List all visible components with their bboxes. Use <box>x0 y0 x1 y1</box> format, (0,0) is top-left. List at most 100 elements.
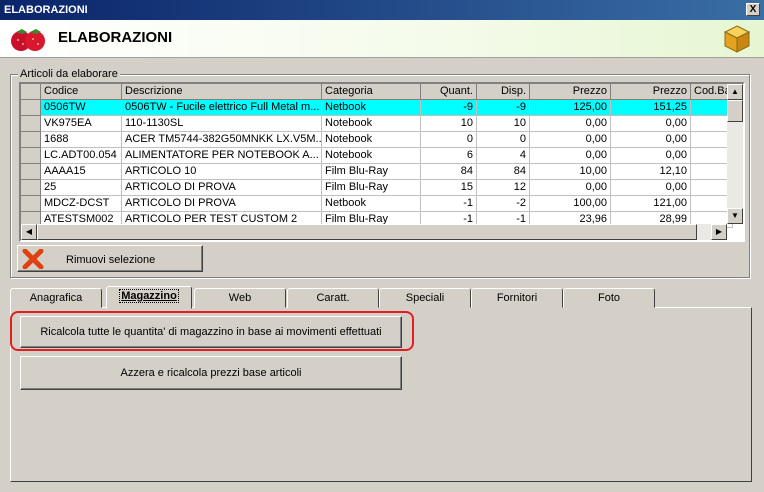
articles-legend: Articoli da elaborare <box>18 68 120 80</box>
window-titlebar: ELABORAZIONI X <box>0 0 764 20</box>
tab-label: Magazzino <box>119 289 179 303</box>
table-cell[interactable]: 10 <box>477 116 530 132</box>
table-cell[interactable]: 125,00 <box>530 100 611 116</box>
scroll-up-icon[interactable]: ▲ <box>727 84 743 100</box>
table-cell[interactable]: -9 <box>477 100 530 116</box>
table-cell[interactable]: ACER TM5744-382G50MNKK LX.V5M... <box>122 132 322 148</box>
table-cell[interactable]: ARTICOLO DI PROVA <box>122 196 322 212</box>
tab-foto[interactable]: Foto <box>563 288 655 308</box>
row-indicator-header <box>21 84 41 100</box>
remove-selection-label: Rimuovi selezione <box>66 254 156 266</box>
tab-anagrafica[interactable]: Anagrafica <box>10 288 102 308</box>
table-cell[interactable]: 0,00 <box>530 132 611 148</box>
column-header-prezzo[interactable]: Prezzo <box>530 84 611 100</box>
header-banner: ELABORAZIONI <box>0 20 764 58</box>
table-cell[interactable]: Notebook <box>322 132 421 148</box>
table-cell[interactable]: 0,00 <box>530 116 611 132</box>
row-indicator[interactable] <box>21 164 41 180</box>
table-cell[interactable]: 84 <box>477 164 530 180</box>
row-indicator[interactable] <box>21 116 41 132</box>
table-cell[interactable]: 0,00 <box>611 116 691 132</box>
table-cell[interactable]: 0506TW - Fucile elettrico Full Metal m..… <box>122 100 322 116</box>
table-cell[interactable]: 100,00 <box>530 196 611 212</box>
table-row[interactable]: 25 ARTICOLO DI PROVA Film Blu-Ray 15 12 0,00 0… <box>21 180 733 196</box>
column-header-categoria[interactable]: Categoria <box>322 84 421 100</box>
table-cell[interactable]: 10 <box>421 116 477 132</box>
scroll-left-icon[interactable]: ◀ <box>21 224 37 240</box>
scroll-down-icon[interactable]: ▼ <box>727 208 743 224</box>
tab-label: Speciali <box>405 292 445 304</box>
column-header-codice[interactable]: Codice <box>41 84 122 100</box>
table-cell[interactable]: 0 <box>421 132 477 148</box>
table-cell[interactable]: 25 <box>41 180 122 196</box>
table-row[interactable]: 1688 ACER TM5744-382G50MNKK LX.V5M... Note… <box>21 132 733 148</box>
window-title: ELABORAZIONI <box>4 4 88 16</box>
tab-web[interactable]: Web <box>194 288 286 308</box>
table-row[interactable]: AAAA15 ARTICOLO 10 Film Blu-Ray 84 84 10,00 12… <box>21 164 733 180</box>
row-indicator[interactable] <box>21 148 41 164</box>
table-cell[interactable]: VK975EA <box>41 116 122 132</box>
vertical-scroll-thumb[interactable] <box>727 100 743 122</box>
table-cell[interactable]: ARTICOLO 10 <box>122 164 322 180</box>
table-cell[interactable]: 84 <box>421 164 477 180</box>
table-row[interactable]: 0506TW 0506TW - Fucile elettrico Full Met… <box>21 100 733 116</box>
table-cell[interactable]: Netbook <box>322 196 421 212</box>
table-cell[interactable]: 151,25 <box>611 100 691 116</box>
remove-selection-button[interactable]: Rimuovi selezione <box>17 245 203 272</box>
tab-label: Foto <box>597 292 620 304</box>
table-cell[interactable]: Netbook <box>322 100 421 116</box>
table-row[interactable]: MDCZ-DCST ARTICOLO DI PROVA Netbook -1 -2 100… <box>21 196 733 212</box>
column-header-disp[interactable]: Disp. <box>477 84 530 100</box>
row-indicator[interactable] <box>21 100 41 116</box>
scroll-right-icon[interactable]: ▶ <box>711 224 727 240</box>
tab-magazzino[interactable]: Magazzino <box>106 286 192 309</box>
table-cell[interactable]: AAAA15 <box>41 164 122 180</box>
table-cell[interactable]: Notebook <box>322 116 421 132</box>
column-header-descrizione[interactable]: Descrizione <box>122 84 322 100</box>
tab-caratt[interactable]: Caratt. <box>287 288 379 308</box>
table-row[interactable]: LC.ADT00.054 ALIMENTATORE PER NOTEBOOK A.… <box>21 148 733 164</box>
table-cell[interactable]: -2 <box>477 196 530 212</box>
table-cell[interactable]: 0,00 <box>611 132 691 148</box>
table-cell[interactable]: -9 <box>421 100 477 116</box>
table-cell[interactable]: 121,00 <box>611 196 691 212</box>
column-header-prezzo-ivato[interactable]: Prezzo <box>611 84 691 100</box>
horizontal-scrollbar[interactable]: ◀ ▶ <box>21 224 727 240</box>
page-title: ELABORAZIONI <box>58 29 173 46</box>
vertical-scrollbar[interactable]: ▲ ▼ <box>727 84 743 224</box>
horizontal-scroll-thumb[interactable] <box>37 224 697 240</box>
table-cell[interactable]: Notebook <box>322 148 421 164</box>
articles-grid[interactable]: Codice Descrizione Categoria Quant. Disp… <box>19 82 745 242</box>
row-indicator[interactable] <box>21 132 41 148</box>
table-cell[interactable]: ALIMENTATORE PER NOTEBOOK A... <box>122 148 322 164</box>
table-cell[interactable]: 110-1130SL <box>122 116 322 132</box>
table-cell[interactable]: 15 <box>421 180 477 196</box>
table-cell[interactable]: 12,10 <box>611 164 691 180</box>
table-cell[interactable]: 0 <box>477 132 530 148</box>
table-cell[interactable]: 10,00 <box>530 164 611 180</box>
table-cell[interactable]: 0506TW <box>41 100 122 116</box>
table-cell[interactable]: 4 <box>477 148 530 164</box>
tab-fornitori[interactable]: Fornitori <box>471 288 563 308</box>
table-cell[interactable]: 0,00 <box>611 180 691 196</box>
column-header-quant[interactable]: Quant. <box>421 84 477 100</box>
close-button[interactable]: X <box>746 3 760 16</box>
table-cell[interactable]: LC.ADT00.054 <box>41 148 122 164</box>
reset-prices-button[interactable]: Azzera e ricalcola prezzi base articoli <box>20 356 402 390</box>
table-cell[interactable]: Film Blu-Ray <box>322 180 421 196</box>
table-cell[interactable]: MDCZ-DCST <box>41 196 122 212</box>
table-cell[interactable]: 0,00 <box>530 180 611 196</box>
tab-speciali[interactable]: Speciali <box>379 288 471 308</box>
table-cell[interactable]: 1688 <box>41 132 122 148</box>
table-row[interactable]: VK975EA 110-1130SL Notebook 10 10 0,00 0,00 <box>21 116 733 132</box>
table-cell[interactable]: ARTICOLO DI PROVA <box>122 180 322 196</box>
row-indicator[interactable] <box>21 180 41 196</box>
table-cell[interactable]: 6 <box>421 148 477 164</box>
table-cell[interactable]: Film Blu-Ray <box>322 164 421 180</box>
table-cell[interactable]: 12 <box>477 180 530 196</box>
row-indicator[interactable] <box>21 196 41 212</box>
table-cell[interactable]: 0,00 <box>530 148 611 164</box>
table-cell[interactable]: -1 <box>421 196 477 212</box>
tab-label: Anagrafica <box>29 292 83 304</box>
table-cell[interactable]: 0,00 <box>611 148 691 164</box>
